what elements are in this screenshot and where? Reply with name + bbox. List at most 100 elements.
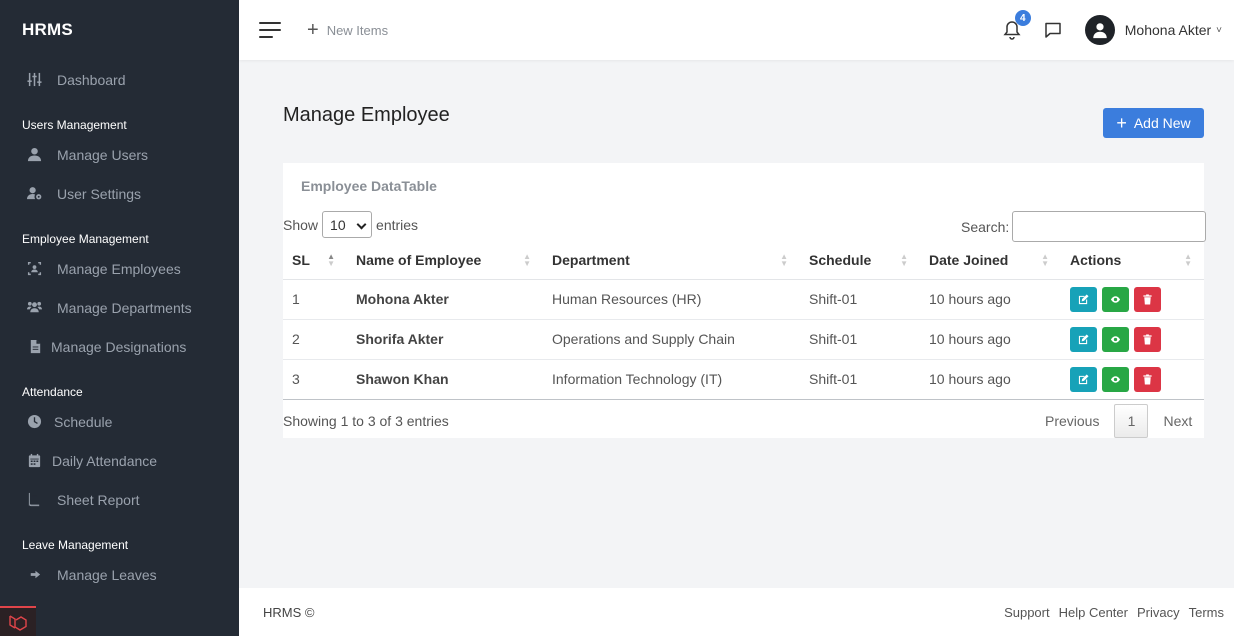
column-header-actions[interactable]: Actions ▲ ▼ <box>1061 241 1204 280</box>
edit-icon <box>1078 333 1089 344</box>
edit-button[interactable] <box>1070 366 1097 392</box>
notification-bell-icon[interactable]: 4 <box>1001 10 1031 41</box>
nav-group-title: Employee Management <box>22 232 149 246</box>
footer-link-privacy[interactable]: Privacy <box>1137 605 1180 620</box>
sign-out-icon <box>25 566 43 584</box>
sidebar: HRMS Dashboard Users Management Manage U… <box>0 0 239 636</box>
cell-actions <box>1061 319 1204 360</box>
column-header-date-joined[interactable]: Date Joined ▲ ▼ <box>920 241 1061 280</box>
page-button-1[interactable]: 1 <box>1114 404 1149 438</box>
sidebar-item-daily-attendance[interactable]: Daily Attendance <box>0 441 239 480</box>
sidebar-item-label: Sheet Report <box>57 491 140 508</box>
avatar[interactable] <box>1084 15 1115 45</box>
search-input[interactable] <box>1012 211 1207 242</box>
sidebar-item-label: Manage Employees <box>57 260 181 277</box>
sidebar-item-manage-leaves[interactable]: Manage Leaves <box>0 555 239 594</box>
entries-label: entries <box>376 216 419 233</box>
sort-icon: ▲ ▼ <box>1041 252 1049 268</box>
table-row: 1 Mohona Akter Human Resources (HR) Shif… <box>283 279 1204 320</box>
cell-department: Operations and Supply Chain <box>543 319 800 360</box>
next-button[interactable]: Next <box>1153 404 1202 438</box>
card-title: Employee DataTable <box>301 178 437 194</box>
edit-button[interactable] <box>1070 286 1097 312</box>
footer-copyright: HRMS © <box>263 604 315 620</box>
sidebar-item-manage-employees[interactable]: Manage Employees <box>0 249 239 288</box>
pagination: Previous 1 Next <box>1035 404 1202 438</box>
trash-icon <box>1143 293 1152 305</box>
column-header-department[interactable]: Department ▲ ▼ <box>543 241 800 280</box>
new-items-button[interactable]: + New Items <box>307 20 388 40</box>
delete-button[interactable] <box>1134 286 1161 312</box>
previous-button[interactable]: Previous <box>1035 404 1109 438</box>
view-button[interactable] <box>1102 366 1129 392</box>
sidebar-item-sheet-report[interactable]: Sheet Report <box>0 480 239 519</box>
cell-department: Information Technology (IT) <box>543 359 800 400</box>
search-label: Search: <box>961 218 1010 235</box>
cell-name: Mohona Akter <box>347 279 543 320</box>
sidebar-item-label: Manage Users <box>57 146 149 163</box>
sort-icon: ▲ ▼ <box>780 252 788 268</box>
view-button[interactable] <box>1102 326 1129 352</box>
chat-icon[interactable] <box>1043 20 1063 40</box>
show-label: Show <box>283 216 319 233</box>
add-new-button[interactable]: + Add New <box>1103 108 1204 138</box>
delete-button[interactable] <box>1134 366 1161 392</box>
footer-link-support[interactable]: Support <box>1004 605 1050 620</box>
sidebar-item-manage-users[interactable]: Manage Users <box>0 135 239 174</box>
entries-length-control: Show 10 entries <box>283 211 418 238</box>
menu-toggle-icon[interactable] <box>259 20 281 40</box>
edit-icon <box>1078 293 1089 304</box>
table-row: 3 Shawon Khan Information Technology (IT… <box>283 359 1204 400</box>
sort-icon: ▲ ▼ <box>523 252 531 268</box>
footer: HRMS © Support Help Center Privacy Terms <box>239 588 1234 636</box>
add-new-label: Add New <box>1133 115 1191 131</box>
cell-date-joined: 10 hours ago <box>920 359 1061 400</box>
top-bar: + New Items 4 Mohona Akter ˅ <box>239 0 1234 60</box>
sidebar-item-dashboard[interactable]: Dashboard <box>0 60 239 99</box>
calendar-icon <box>25 452 43 470</box>
eye-icon <box>1110 295 1121 303</box>
employee-table: SL ▲ ▼ Name of Employee ▲ ▼ Department ▲ ▼ Sch… <box>283 241 1204 400</box>
user-icon <box>25 146 43 164</box>
nav-group-title: Leave Management <box>22 538 129 552</box>
clock-icon <box>25 413 43 431</box>
nav-group-title: Attendance <box>22 385 83 399</box>
column-header-schedule[interactable]: Schedule ▲ ▼ <box>800 241 920 280</box>
trash-icon <box>1143 373 1152 385</box>
user-gear-icon <box>25 185 43 203</box>
sidebar-item-label: Manage Departments <box>57 299 192 316</box>
cell-sl: 1 <box>283 279 347 320</box>
cell-actions <box>1061 359 1204 400</box>
id-badge-icon <box>25 260 43 278</box>
table-info: Showing 1 to 3 of 3 entries <box>283 413 449 429</box>
sidebar-item-label: Dashboard <box>57 71 126 88</box>
cell-schedule: Shift-01 <box>800 359 920 400</box>
column-header-name[interactable]: Name of Employee ▲ ▼ <box>347 241 543 280</box>
brand-logo[interactable]: HRMS <box>0 0 239 60</box>
sidebar-item-user-settings[interactable]: User Settings <box>0 174 239 213</box>
user-name[interactable]: Mohona Akter <box>1125 22 1211 38</box>
eye-icon <box>1110 335 1121 343</box>
cell-name: Shawon Khan <box>347 359 543 400</box>
cell-actions <box>1061 279 1204 320</box>
plus-icon: + <box>307 19 319 41</box>
page-title: Manage Employee <box>283 104 450 126</box>
sidebar-item-manage-designations[interactable]: Manage Designations <box>0 327 239 366</box>
cell-department: Human Resources (HR) <box>543 279 800 320</box>
edit-button[interactable] <box>1070 326 1097 352</box>
footer-link-help-center[interactable]: Help Center <box>1059 605 1128 620</box>
sidebar-item-label: Manage Designations <box>51 338 187 355</box>
sidebar-item-label: Schedule <box>54 413 113 430</box>
sidebar-item-manage-departments[interactable]: Manage Departments <box>0 288 239 327</box>
cell-date-joined: 10 hours ago <box>920 279 1061 320</box>
column-header-sl[interactable]: SL ▲ ▼ <box>283 241 347 280</box>
delete-button[interactable] <box>1134 326 1161 352</box>
trash-icon <box>1143 333 1152 345</box>
chevron-down-icon[interactable]: ˅ <box>1216 25 1222 36</box>
view-button[interactable] <box>1102 286 1129 312</box>
sidebar-item-label: Manage Leaves <box>57 566 157 583</box>
entries-select[interactable]: 10 <box>322 211 373 238</box>
sidebar-item-schedule[interactable]: Schedule <box>0 402 239 441</box>
nav-group-title: Users Management <box>22 118 127 132</box>
footer-link-terms[interactable]: Terms <box>1189 605 1224 620</box>
